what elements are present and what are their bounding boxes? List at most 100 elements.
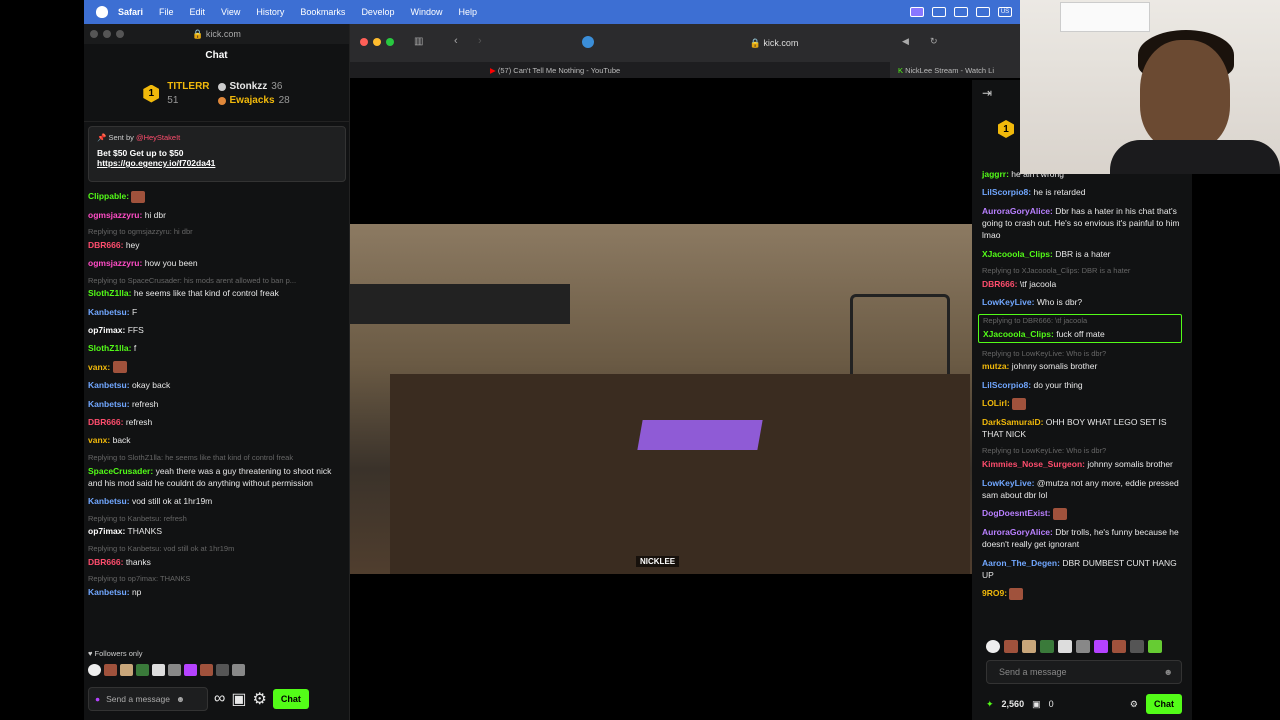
chat-message[interactable]: vanx: back [88, 434, 346, 446]
chat-username[interactable]: Kanbetsu: [88, 496, 130, 506]
reload-icon[interactable]: ↻ [930, 36, 938, 47]
chat-message[interactable]: AuroraGoryAlice: Dbr has a hater in his … [982, 205, 1182, 242]
chat-username[interactable]: LOLirl: [982, 398, 1010, 408]
forward-icon[interactable]: › [478, 35, 482, 47]
chat-message[interactable]: SlothZ1lla: f [88, 342, 346, 354]
back-icon[interactable]: ‹ [454, 35, 458, 47]
chat-username[interactable]: Aaron_The_Degen: [982, 558, 1060, 568]
chat-username[interactable]: op7imax: [88, 526, 125, 536]
points-value[interactable]: 2,560 [1002, 699, 1025, 709]
chat-username[interactable]: op7imax: [88, 325, 125, 335]
chat-message[interactable]: Replying to LowKeyLive: Who is dbr? Kimmi… [982, 446, 1182, 470]
chat-message[interactable]: Replying to XJacooola_Clips: DBR is a ha… [982, 266, 1182, 290]
chat-username[interactable]: DarkSamuraiD: [982, 417, 1043, 427]
chat-message[interactable]: LilScorpio8: do your thing [982, 379, 1182, 391]
r-emote-7[interactable] [1094, 640, 1108, 653]
chat-message[interactable]: Replying to Kanbetsu: refresh op7imax: TH… [88, 514, 346, 538]
chat-message[interactable]: LilScorpio8: he is retarded [982, 186, 1182, 198]
chat-message[interactable]: LOLirl: [982, 397, 1182, 410]
chat-username[interactable]: DBR666: [88, 417, 123, 427]
gift-icon[interactable]: ▣ [231, 689, 246, 709]
pinned-message[interactable]: 📌 Sent by @HeyStakeIt Bet $50 Get up to … [88, 126, 346, 182]
chat-username[interactable]: LowKeyLive: [982, 478, 1034, 488]
emote-3[interactable] [120, 664, 133, 676]
safari-minimize-button[interactable] [373, 38, 381, 46]
menu-help[interactable]: Help [458, 7, 477, 17]
chat-username[interactable]: Kanbetsu: [88, 399, 130, 409]
menu-window[interactable]: Window [410, 7, 442, 17]
chat-message[interactable]: Replying to SpaceCrusader: his mods aren… [88, 276, 346, 300]
sidebar-toggle-icon[interactable]: ▥ [414, 36, 423, 47]
menu-develop[interactable]: Develop [361, 7, 394, 17]
right-send-message-input[interactable]: Send a message ☻ [986, 660, 1182, 684]
send-message-input[interactable]: ● Send a message ☻ [88, 687, 208, 711]
right-emoji-icon[interactable]: ☻ [1164, 667, 1173, 677]
chat-username[interactable]: Kanbetsu: [88, 587, 130, 597]
chat-username[interactable]: XJacooola_Clips: [983, 329, 1054, 339]
emote-4[interactable] [136, 664, 149, 676]
chat-message[interactable]: LowKeyLive: @mutza not any more, eddie p… [982, 477, 1182, 502]
menu-app-name[interactable]: Safari [118, 7, 143, 17]
r-emote-2[interactable] [1004, 640, 1018, 653]
chat-message[interactable]: Clippable: [88, 190, 346, 203]
chat-message[interactable]: Aaron_The_Degen: DBR DUMBEST CUNT HANG U… [982, 557, 1182, 582]
r-emote-4[interactable] [1040, 640, 1054, 653]
chat-username[interactable]: Kanbetsu: [88, 380, 130, 390]
address-bar[interactable]: 🔒 kick.com [604, 33, 944, 53]
chat-username[interactable]: vanx: [88, 362, 110, 372]
chat-message[interactable]: Replying to Kanbetsu: vod still ok at 1h… [88, 544, 346, 568]
chat-username[interactable]: DBR666: [982, 279, 1017, 289]
chat-username[interactable]: DBR666: [88, 557, 123, 567]
zoom-window-button[interactable] [116, 30, 124, 38]
chat-message[interactable]: Replying to LowKeyLive: Who is dbr? mutza… [982, 349, 1182, 373]
stream-icon[interactable] [954, 7, 968, 17]
chat-message[interactable]: Replying to op7imax: THANKS Kanbetsu: np [88, 574, 346, 598]
close-window-button[interactable] [90, 30, 98, 38]
chat-username[interactable]: AuroraGoryAlice: [982, 527, 1053, 537]
chat-message[interactable]: DBR666: refresh [88, 416, 346, 428]
chat-message[interactable]: Replying to ogmsjazzyru: hi dbr DBR666: h… [88, 227, 346, 251]
r-emote-8[interactable] [1112, 640, 1126, 653]
chat-message[interactable]: ogmsjazzyru: hi dbr [88, 209, 346, 221]
emote-7[interactable] [184, 664, 197, 676]
chat-message[interactable]: LowKeyLive: Who is dbr? [982, 296, 1182, 308]
input-source-icon[interactable]: US [998, 7, 1012, 17]
settings-icon[interactable]: ⚙ [253, 689, 267, 709]
menu-bookmarks[interactable]: Bookmarks [300, 7, 345, 17]
chat-username[interactable]: jaggrr: [982, 169, 1009, 179]
minimize-window-button[interactable] [103, 30, 111, 38]
keyboard-icon[interactable] [976, 7, 990, 17]
chat-message[interactable]: Kanbetsu: F [88, 306, 346, 318]
chat-username[interactable]: Clippable: [88, 191, 129, 201]
menu-view[interactable]: View [221, 7, 240, 17]
emote-1[interactable] [88, 664, 101, 676]
chat-username[interactable]: mutza: [982, 361, 1009, 371]
chat-send-button[interactable]: Chat [272, 689, 309, 709]
r-emote-9[interactable] [1130, 640, 1144, 653]
tab-kick[interactable]: K NickLee Stream - Watch Li [890, 62, 1020, 78]
chat-message[interactable]: op7imax: FFS [88, 324, 346, 336]
collapse-chat-icon[interactable]: ⇥ [982, 86, 992, 100]
chat-message[interactable]: Kanbetsu: refresh [88, 398, 346, 410]
chat-message[interactable]: vanx: [88, 361, 346, 374]
chat-username[interactable]: vanx: [88, 435, 110, 445]
chat-username[interactable]: Kanbetsu: [88, 307, 130, 317]
chat-username[interactable]: DogDoesntExist: [982, 508, 1050, 518]
safari-close-button[interactable] [360, 38, 368, 46]
chat-username[interactable]: LilScorpio8: [982, 380, 1031, 390]
r-emote-10[interactable] [1148, 640, 1162, 653]
gift-icon[interactable]: ▣ [1032, 699, 1041, 710]
chat-username[interactable]: SpaceCrusader: [88, 466, 153, 476]
stream-video[interactable]: NICKLEE [350, 224, 972, 574]
right-chat-send-button[interactable]: Chat [1146, 694, 1182, 714]
leader-third-name[interactable]: Ewajacks [230, 95, 275, 106]
safari-zoom-button[interactable] [386, 38, 394, 46]
r-emote-6[interactable] [1076, 640, 1090, 653]
infinity-icon[interactable]: ∞ [214, 690, 225, 708]
screen-record-icon[interactable] [910, 7, 924, 17]
tab-youtube[interactable]: ▶ (57) Can't Tell Me Nothing - YouTube [350, 66, 890, 75]
menu-edit[interactable]: Edit [190, 7, 206, 17]
chat-message[interactable]: Kanbetsu: vod still ok at 1hr19m [88, 495, 346, 507]
chat-username[interactable]: Kimmies_Nose_Surgeon: [982, 459, 1085, 469]
chat-username[interactable]: 9RO9: [982, 588, 1007, 598]
